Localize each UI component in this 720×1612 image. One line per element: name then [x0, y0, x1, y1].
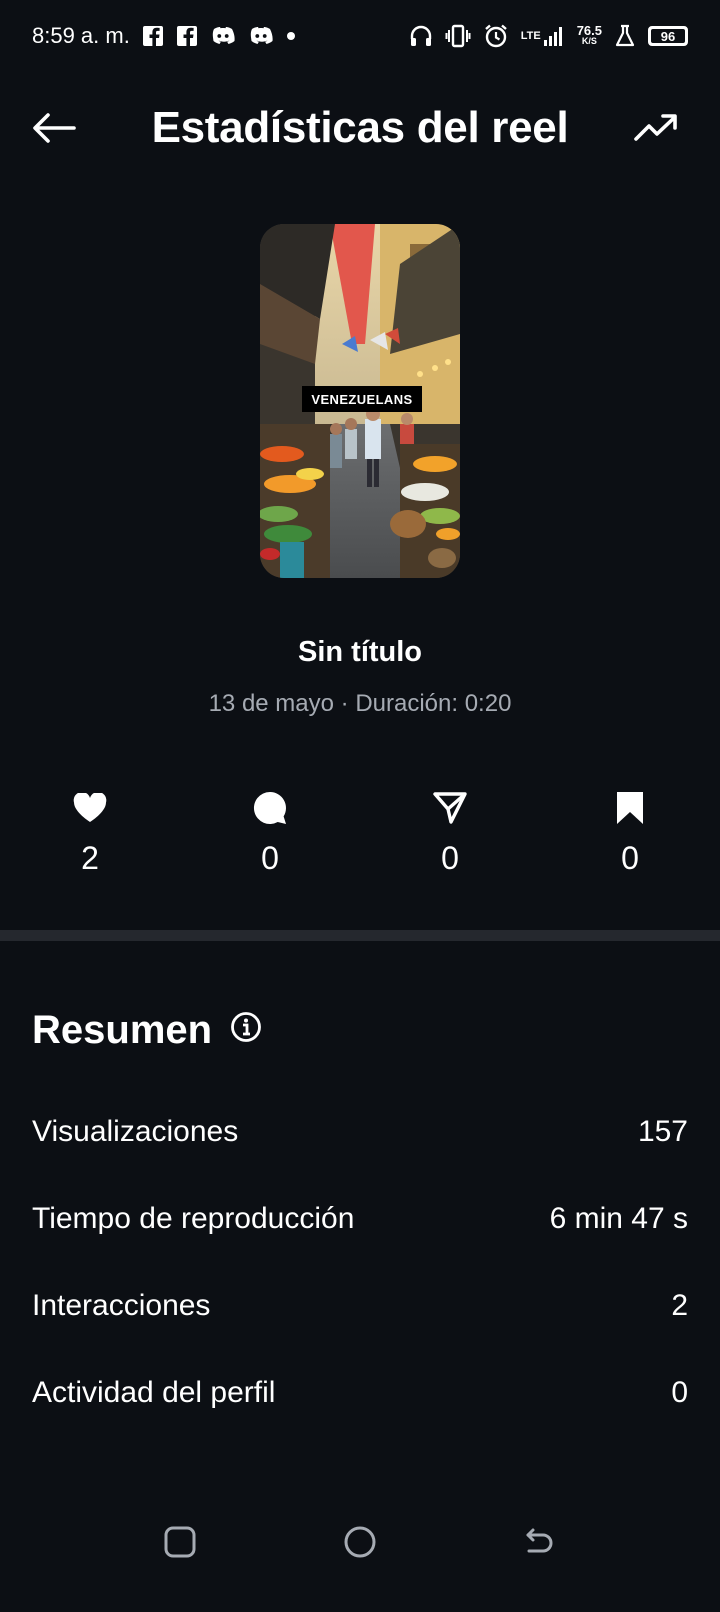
status-time: 8:59 a. m.: [32, 23, 130, 48]
stat-row-interactions: Interacciones 2: [32, 1284, 688, 1328]
vibrate-icon: [445, 24, 471, 48]
stat-label: Actividad del perfil: [32, 1376, 276, 1409]
square-icon: [164, 1526, 196, 1558]
stat-value: 2: [671, 1289, 688, 1322]
facebook-icon: [142, 25, 164, 47]
trending-button[interactable]: [632, 108, 682, 148]
reel-meta: 13 de mayo · Duración: 0:20: [208, 690, 512, 717]
heart-icon: [40, 790, 140, 826]
discord-icon: [210, 26, 236, 46]
battery-level: 96: [651, 29, 685, 44]
status-bar: 8:59 a. m. LTE 76.5 K/S 96: [0, 0, 720, 72]
home-button[interactable]: [336, 1518, 384, 1566]
back-button[interactable]: [30, 106, 80, 150]
trending-up-icon: [634, 114, 677, 141]
info-icon[interactable]: [230, 1008, 262, 1053]
section-divider: [0, 930, 720, 941]
summary-title: Resumen: [32, 1008, 213, 1052]
likes-stat: 2: [40, 790, 140, 877]
system-nav-bar: [0, 1472, 720, 1612]
stat-value: 6 min 47 s: [549, 1202, 688, 1235]
speed-unit: K/S: [581, 36, 597, 46]
circle-icon: [344, 1526, 376, 1558]
back-nav-button[interactable]: [516, 1518, 564, 1566]
reel-thumbnail[interactable]: VENEZUELANS: [260, 224, 460, 578]
likes-count: 2: [81, 840, 99, 876]
thumbnail-caption: VENEZUELANS: [302, 386, 422, 412]
headphones-icon: [409, 24, 433, 48]
back-gesture-icon: [526, 1528, 553, 1553]
comment-icon: [220, 790, 320, 826]
stat-row-views: Visualizaciones 157: [32, 1110, 688, 1154]
page-title: Estadísticas del reel: [151, 103, 569, 152]
shares-count: 0: [441, 840, 459, 876]
status-left: 8:59 a. m.: [32, 23, 296, 49]
speed-value: 76.5: [576, 23, 602, 38]
stat-label: Interacciones: [32, 1289, 211, 1322]
send-icon: [400, 790, 500, 826]
stat-label: Visualizaciones: [32, 1115, 239, 1148]
arrow-left-icon: [33, 113, 76, 143]
status-right: LTE 76.5 K/S 96: [409, 23, 688, 49]
network-speed: 76.5 K/S: [576, 23, 602, 46]
stat-row-watch-time: Tiempo de reproducción 6 min 47 s: [32, 1197, 688, 1241]
facebook-icon: [176, 25, 198, 47]
summary-heading: Resumen: [32, 1008, 262, 1053]
stat-value: 0: [671, 1376, 688, 1409]
alarm-icon: [483, 23, 509, 49]
notification-dot-icon: [286, 31, 296, 41]
stat-label: Tiempo de reproducción: [32, 1202, 355, 1235]
header: Estadísticas del reel: [0, 88, 720, 168]
network-type: LTE: [520, 30, 541, 42]
battery-icon: 96: [648, 26, 688, 46]
stat-value: 157: [637, 1115, 688, 1148]
shares-stat: 0: [400, 790, 500, 877]
saves-stat: 0: [580, 790, 680, 877]
stat-row-profile-activity: Actividad del perfil 0: [32, 1371, 688, 1415]
recents-button[interactable]: [156, 1518, 204, 1566]
reel-title: Sin título: [297, 636, 423, 668]
comments-count: 0: [261, 840, 279, 876]
bookmark-icon: [580, 790, 680, 826]
signal-icon: LTE: [521, 25, 565, 47]
saves-count: 0: [621, 840, 639, 876]
flask-icon: [614, 24, 636, 48]
engagement-row: 2 0 0 0: [0, 790, 720, 890]
comments-stat: 0: [220, 790, 320, 877]
discord-icon: [248, 26, 274, 46]
